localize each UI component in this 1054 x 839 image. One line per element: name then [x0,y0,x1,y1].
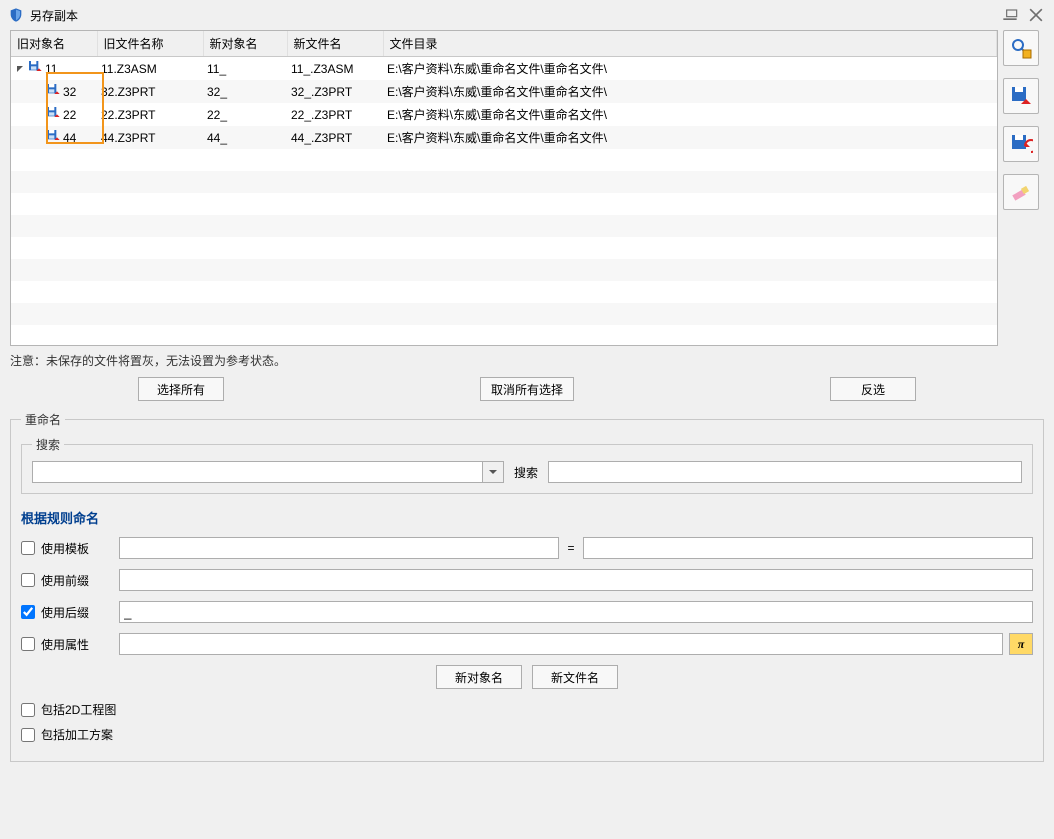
tool-save-out-icon[interactable] [1003,78,1039,114]
formula-pi-icon[interactable]: π [1009,633,1033,655]
file-icon [45,105,63,124]
table-row-empty [11,303,997,325]
use-attribute-checkbox[interactable] [21,637,35,651]
cell-old-file: 22.Z3PRT [97,103,203,126]
cell-old-file: 11.Z3ASM [97,57,203,81]
old-obj-name: 44 [63,131,76,145]
rule-title: 根据规则命名 [21,508,1033,527]
title-bar: 另存副本 [0,0,1054,30]
search-input[interactable] [548,461,1022,483]
window-title: 另存副本 [30,7,78,24]
cell-dir: E:\客户资料\东威\重命名文件\重命名文件\ [383,126,997,149]
close-icon[interactable] [1026,5,1046,25]
template-result-input[interactable] [583,537,1033,559]
expand-toggle [33,110,43,120]
table-row[interactable]: 11 11.Z3ASM11_11_.Z3ASME:\客户资料\东威\重命名文件\重… [11,57,997,81]
file-icon [45,128,63,147]
use-suffix-label: 使用后缀 [41,604,113,621]
col-old-obj[interactable]: 旧对象名 [11,31,97,57]
attribute-input[interactable] [119,633,1003,655]
col-old-file[interactable]: 旧文件名称 [97,31,203,57]
include-2d-checkbox[interactable] [21,703,35,717]
use-prefix-label: 使用前缀 [41,572,113,589]
table-row[interactable]: 44 44.Z3PRT44_44_.Z3PRTE:\客户资料\东威\重命名文件\重… [11,126,997,149]
table-row-empty [11,325,997,346]
table-row-empty [11,215,997,237]
side-toolbar [998,30,1044,346]
new-obj-name-button[interactable]: 新对象名 [436,665,522,689]
search-legend: 搜索 [32,436,64,453]
include-cam-checkbox[interactable] [21,728,35,742]
app-shield-icon [8,7,24,23]
col-new-file[interactable]: 新文件名 [287,31,383,57]
cell-old-file: 44.Z3PRT [97,126,203,149]
col-new-obj[interactable]: 新对象名 [203,31,287,57]
use-template-checkbox[interactable] [21,541,35,555]
expand-toggle[interactable] [15,64,25,74]
table-row-empty [11,259,997,281]
note-text: 注意：未保存的文件将置灰，无法设置为参考状态。 [10,352,1044,369]
minimize-icon[interactable] [1000,5,1020,25]
chevron-down-icon [488,467,498,477]
file-table[interactable]: 旧对象名 旧文件名称 新对象名 新文件名 文件目录 11 11.Z3ASM11_1… [10,30,998,346]
use-prefix-checkbox[interactable] [21,573,35,587]
search-combo-dropdown[interactable] [482,461,504,483]
cell-new-file: 32_.Z3PRT [287,80,383,103]
tool-erase-icon[interactable] [1003,174,1039,210]
tool-save-undo-icon[interactable] [1003,126,1039,162]
old-obj-name: 11 [45,62,57,76]
search-label: 搜索 [514,464,538,481]
deselect-all-button[interactable]: 取消所有选择 [480,377,574,401]
use-suffix-checkbox[interactable] [21,605,35,619]
table-row-empty [11,237,997,259]
cell-old-file: 32.Z3PRT [97,80,203,103]
cell-new-obj: 32_ [203,80,287,103]
rename-group: 重命名 搜索 搜索 根据规则命名 使用模板 = [10,411,1044,762]
table-row-empty [11,281,997,303]
col-dir[interactable]: 文件目录 [383,31,997,57]
table-row-empty [11,149,997,171]
cell-new-obj: 22_ [203,103,287,126]
invert-selection-button[interactable]: 反选 [830,377,916,401]
prefix-input[interactable] [119,569,1033,591]
file-icon [27,59,45,78]
table-row-empty [11,171,997,193]
cell-new-obj: 11_ [203,57,287,81]
equals-label: = [565,541,577,555]
cell-dir: E:\客户资料\东威\重命名文件\重命名文件\ [383,57,997,81]
old-obj-name: 22 [63,108,76,122]
tool-find-replace-icon[interactable] [1003,30,1039,66]
file-icon [45,82,63,101]
expand-toggle [33,133,43,143]
cell-dir: E:\客户资料\东威\重命名文件\重命名文件\ [383,103,997,126]
search-group: 搜索 搜索 [21,436,1033,494]
old-obj-name: 32 [63,85,76,99]
table-row[interactable]: 22 22.Z3PRT22_22_.Z3PRTE:\客户资料\东威\重命名文件\重… [11,103,997,126]
expand-toggle [33,87,43,97]
search-combo-input[interactable] [32,461,482,483]
table-row[interactable]: 32 32.Z3PRT32_32_.Z3PRTE:\客户资料\东威\重命名文件\重… [11,80,997,103]
include-2d-label: 包括2D工程图 [41,701,116,718]
use-attribute-label: 使用属性 [41,636,113,653]
cell-new-file: 44_.Z3PRT [287,126,383,149]
cell-new-file: 11_.Z3ASM [287,57,383,81]
use-template-label: 使用模板 [41,540,113,557]
template-input[interactable] [119,537,559,559]
cell-new-file: 22_.Z3PRT [287,103,383,126]
cell-new-obj: 44_ [203,126,287,149]
table-row-empty [11,193,997,215]
cell-dir: E:\客户资料\东威\重命名文件\重命名文件\ [383,80,997,103]
rename-legend: 重命名 [21,411,65,428]
suffix-input[interactable] [119,601,1033,623]
select-all-button[interactable]: 选择所有 [138,377,224,401]
include-cam-label: 包括加工方案 [41,726,113,743]
new-file-name-button[interactable]: 新文件名 [532,665,618,689]
